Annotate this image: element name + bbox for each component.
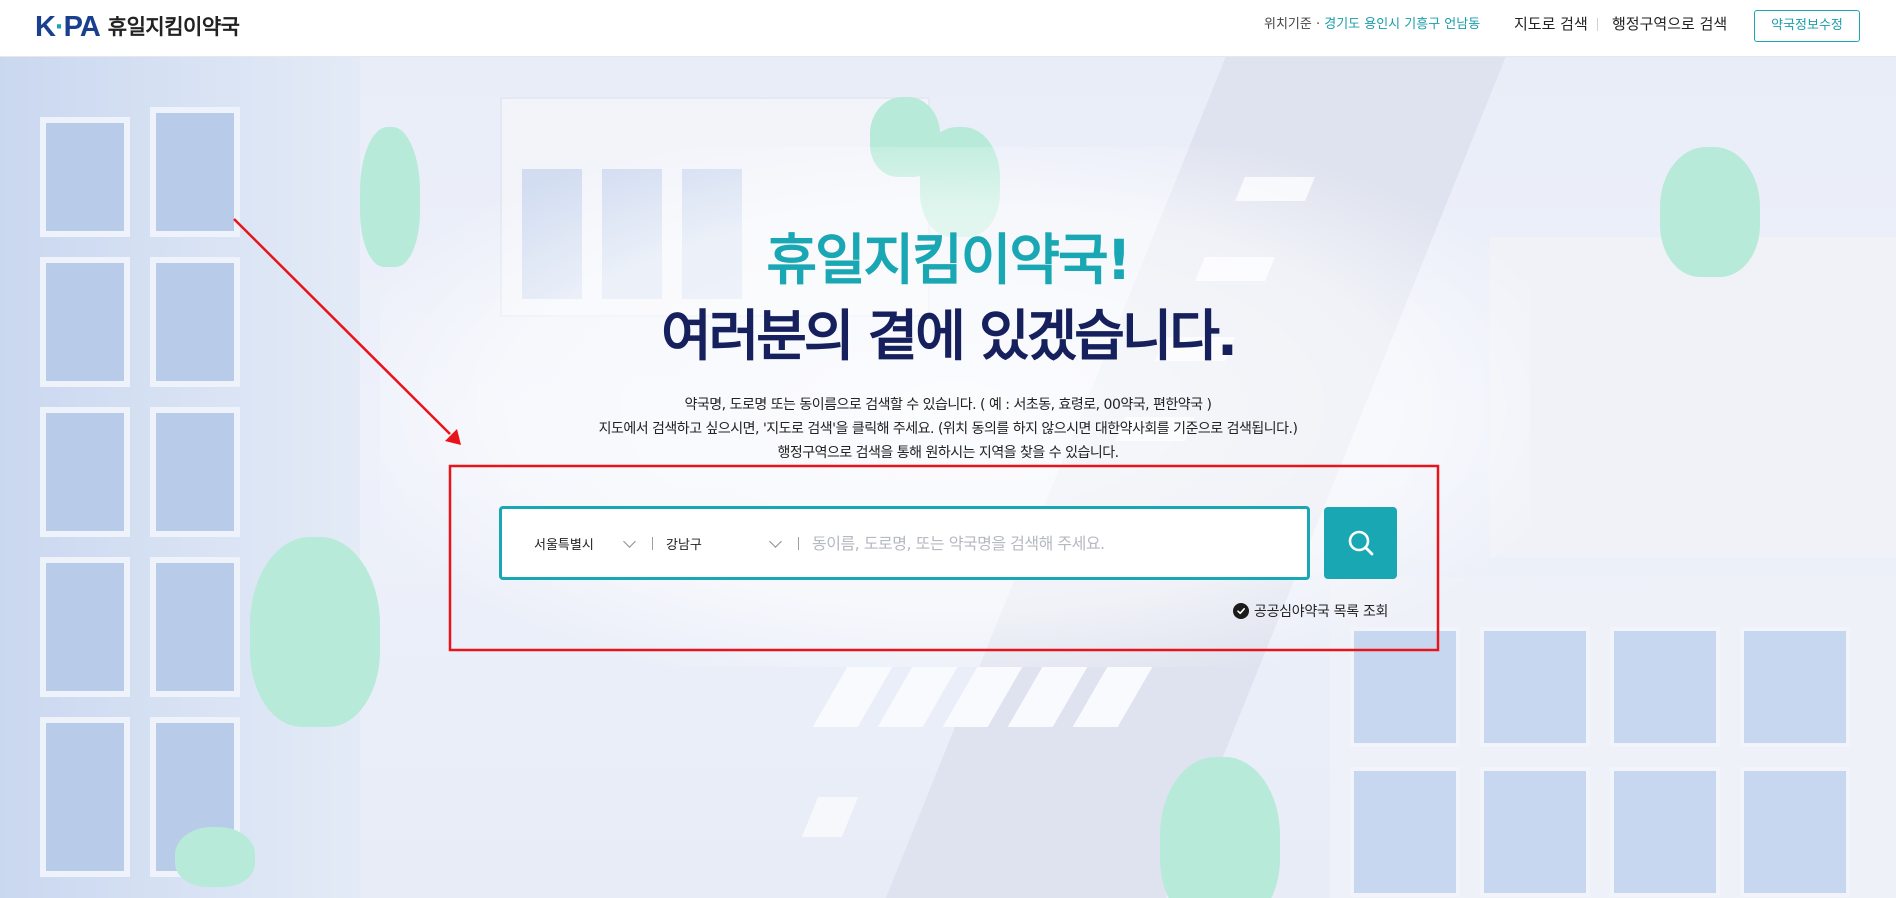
select-divider <box>798 536 799 550</box>
site-logo[interactable]: K·PA 휴일지킴이약국 <box>35 12 240 42</box>
chevron-down-icon <box>623 535 636 548</box>
top-header: K·PA 휴일지킴이약국 위치기준 · 경기도 용인시 기흥구 언남동 지도로 … <box>0 0 1896 57</box>
kpa-logo-mark: K·PA <box>35 11 101 43</box>
check-circle-icon <box>1233 603 1249 619</box>
location-label: 위치기준 · <box>1264 17 1325 32</box>
search-button[interactable] <box>1324 507 1397 579</box>
public-night-pharmacy-label: 공공심야약국 목록 조회 <box>1254 604 1389 620</box>
nav-divider <box>1597 18 1598 31</box>
hero-description-line1: 약국명, 도로명 또는 동이름으로 검색할 수 있습니다. ( 예 : 서초동,… <box>684 397 1212 413</box>
hero-title-line1: 휴일지킴이약국! <box>766 228 1131 292</box>
city-select-value: 서울특별시 <box>534 537 594 553</box>
district-select[interactable]: 강남구 <box>666 528 782 558</box>
nav-admin-search[interactable]: 행정구역으로 검색 <box>1612 14 1727 34</box>
location-value[interactable]: 경기도 용인시 기흥구 언남동 <box>1324 17 1480 32</box>
district-select-value: 강남구 <box>666 537 702 553</box>
location-info: 위치기준 · 경기도 용인시 기흥구 언남동 <box>1264 16 1480 34</box>
hero-description-line3: 행정구역으로 검색을 통해 원하시는 지역을 찾을 수 있습니다. <box>777 445 1119 461</box>
city-select[interactable]: 서울특별시 <box>534 528 636 558</box>
search-bar: 서울특별시 강남구 <box>499 506 1310 580</box>
hero-section <box>0 57 1896 898</box>
tree-decoration <box>175 827 255 887</box>
chevron-down-icon <box>769 535 782 548</box>
logo-title: 휴일지킴이약국 <box>107 15 240 39</box>
tree-decoration <box>250 537 380 727</box>
search-icon <box>1348 530 1373 556</box>
hero-description-line2: 지도에서 검색하고 싶으시면, '지도로 검색'을 클릭해 주세요. (위치 동… <box>598 421 1298 437</box>
public-night-pharmacy-link[interactable]: 공공심야약국 목록 조회 <box>1233 601 1388 621</box>
search-input[interactable] <box>812 523 1307 563</box>
select-divider <box>652 536 653 550</box>
edit-pharmacy-info-button[interactable]: 약국정보수정 <box>1754 10 1860 42</box>
tree-decoration <box>1160 757 1280 898</box>
nav-map-search[interactable]: 지도로 검색 <box>1514 14 1588 34</box>
hero-title-line2: 여러분의 곁에 있겠습니다. <box>661 304 1238 368</box>
background-building-left <box>0 57 360 898</box>
